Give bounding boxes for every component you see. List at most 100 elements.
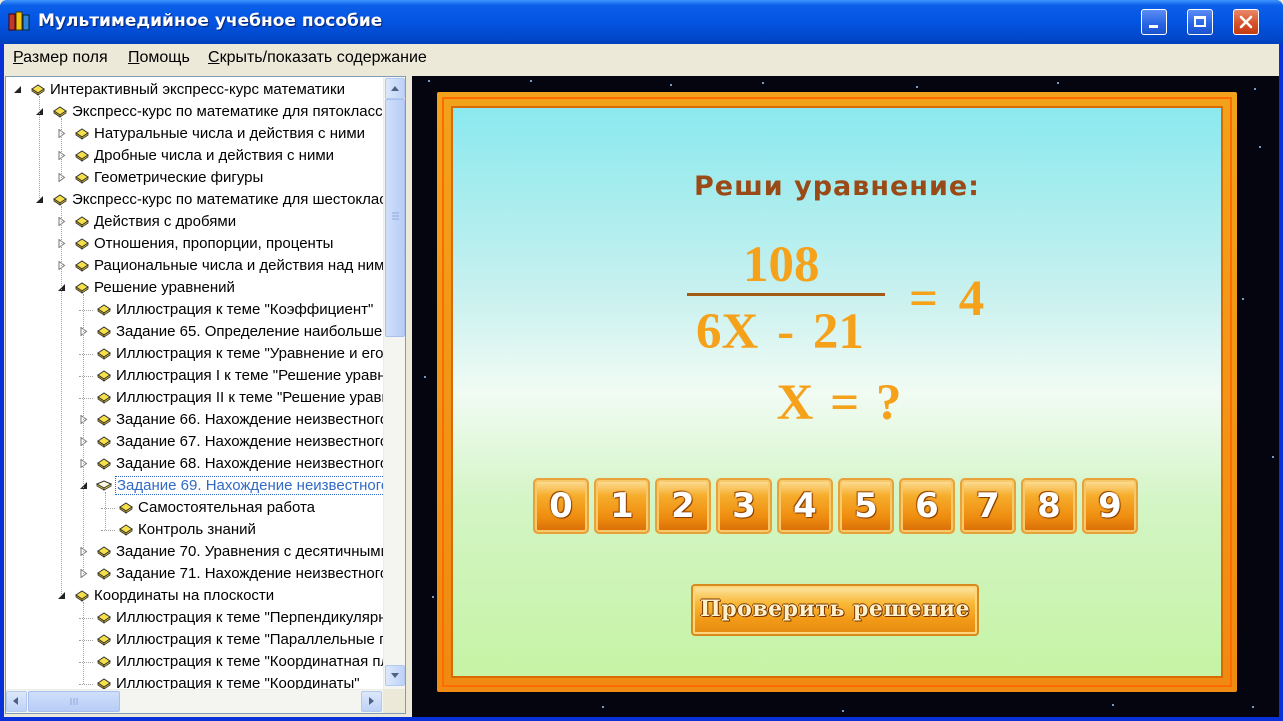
- tree-item[interactable]: Иллюстрация II к теме "Решение уравнений…: [6, 387, 383, 409]
- tree-item-label: Иллюстрация I к теме "Решение уравнений": [116, 367, 383, 384]
- equation-right-side: = 4: [909, 271, 985, 327]
- tree-item-label: Рациональные числа и действия над ними: [94, 257, 383, 274]
- tree-item[interactable]: Задание 66. Нахождение неизвестного: [6, 409, 383, 431]
- star-decoration: [432, 596, 434, 598]
- maximize-button[interactable]: [1187, 9, 1213, 35]
- contents-tree: Интерактивный экспресс-курс математики Эк…: [5, 76, 406, 714]
- tree-item[interactable]: Иллюстрация к теме "Координатная плоскос…: [6, 651, 383, 673]
- star-decoration: [424, 376, 426, 378]
- tree-item[interactable]: Рациональные числа и действия над ними: [6, 255, 383, 277]
- check-solution-label: Проверить решение: [700, 596, 970, 622]
- tree-item-label: Действия с дробями: [94, 213, 237, 230]
- tree-guide-line: [61, 206, 62, 596]
- tree-connector: [79, 684, 93, 685]
- tree-item-label: Задание 70. Уравнения с десятичными: [116, 543, 383, 560]
- scroll-down-button[interactable]: [385, 665, 405, 686]
- scroll-thumb[interactable]: [385, 99, 405, 337]
- digit-button-6[interactable]: 6: [899, 478, 955, 534]
- tree-item-label: Экспресс-курс по математике для шестокла…: [72, 191, 383, 208]
- task-prompt: Реши уравнение:: [694, 171, 980, 202]
- client-area: Размер поля Помощь Скрыть/показать содер…: [4, 44, 1279, 717]
- tree-item[interactable]: Иллюстрация к теме "Перпендикулярные пря…: [6, 607, 383, 629]
- digit-button-9[interactable]: 9: [1082, 478, 1138, 534]
- book-icon: [75, 216, 89, 228]
- digit-button-4[interactable]: 4: [777, 478, 833, 534]
- tree-item[interactable]: Координаты на плоскости: [6, 585, 383, 607]
- menu-toggle-contents[interactable]: Скрыть/показать содержание: [208, 49, 427, 67]
- digit-button-1[interactable]: 1: [594, 478, 650, 534]
- tree-item-label: Задание 69. Нахождение неизвестного: [114, 476, 383, 495]
- tree-item[interactable]: Иллюстрация I к теме "Решение уравнений": [6, 365, 383, 387]
- digit-button-5[interactable]: 5: [838, 478, 894, 534]
- tree-vertical-scrollbar[interactable]: [383, 77, 405, 689]
- tree-item[interactable]: Геометрические фигуры: [6, 167, 383, 189]
- tree-item[interactable]: Иллюстрация к теме "Уравнение и его корн…: [6, 343, 383, 365]
- close-button[interactable]: [1233, 9, 1259, 35]
- book-icon: [97, 304, 111, 316]
- book-icon: [97, 656, 111, 668]
- tree-item-label: Иллюстрация к теме "Перпендикулярные пря…: [116, 609, 383, 626]
- scroll-right-icon: [369, 697, 374, 705]
- menu-field-size[interactable]: Размер поля: [13, 49, 108, 67]
- tree-item-label: Контроль знаний: [138, 521, 256, 538]
- tree-item[interactable]: Задание 71. Нахождение неизвестного: [6, 563, 383, 585]
- menu-help[interactable]: Помощь: [128, 49, 190, 67]
- book-icon: [75, 282, 89, 294]
- tree-connector: [79, 376, 93, 377]
- tree-item[interactable]: Контроль знаний: [6, 519, 383, 541]
- tree-connector: [79, 354, 93, 355]
- scroll-right-button[interactable]: [361, 691, 382, 712]
- star-decoration: [1057, 82, 1059, 84]
- horizontal-scroll-thumb[interactable]: [28, 691, 120, 712]
- tree-item-label: Отношения, пропорции, проценты: [94, 235, 334, 252]
- tree-item[interactable]: Иллюстрация к теме "Параллельные прямые": [6, 629, 383, 651]
- tree-item-label: Иллюстрация к теме "Координаты": [116, 675, 360, 689]
- fraction-numerator: 108: [743, 237, 820, 293]
- book-icon: [97, 546, 111, 558]
- digit-button-0[interactable]: 0: [533, 478, 589, 534]
- tree-item[interactable]: Интерактивный экспресс-курс математики: [6, 79, 383, 101]
- digit-button-2[interactable]: 2: [655, 478, 711, 534]
- tree-item[interactable]: Дробные числа и действия с ними: [6, 145, 383, 167]
- star-decoration: [602, 706, 604, 708]
- star-decoration: [1252, 706, 1254, 708]
- digit-label: 1: [610, 486, 634, 526]
- tree-item[interactable]: Экспресс-курс по математике для шестокла…: [6, 189, 383, 211]
- tree-item[interactable]: Действия с дробями: [6, 211, 383, 233]
- book-icon: [31, 84, 45, 96]
- tree-item-label: Иллюстрация к теме "Параллельные прямые": [116, 631, 383, 648]
- star-decoration: [1272, 456, 1274, 458]
- tree-item[interactable]: Задание 68. Нахождение неизвестного: [6, 453, 383, 475]
- scroll-down-icon: [391, 673, 399, 678]
- tree-item[interactable]: Задание 65. Определение наибольшего: [6, 321, 383, 343]
- tree-horizontal-scrollbar[interactable]: [6, 689, 383, 713]
- book-icon: [97, 348, 111, 360]
- digit-button-3[interactable]: 3: [716, 478, 772, 534]
- tree-item[interactable]: Задание 69. Нахождение неизвестного: [6, 475, 383, 497]
- window-title: Мультимедийное учебное пособие: [38, 11, 383, 31]
- tree-item[interactable]: Натуральные числа и действия с ними: [6, 123, 383, 145]
- book-icon: [97, 678, 111, 689]
- tree-item[interactable]: Решение уравнений: [6, 277, 383, 299]
- tree-item[interactable]: Экспресс-курс по математике для пятоклас…: [6, 101, 383, 123]
- collapse-arrow-icon[interactable]: [13, 85, 22, 94]
- tree-item[interactable]: Иллюстрация к теме "Коэффициент": [6, 299, 383, 321]
- tree-item[interactable]: Задание 67. Нахождение неизвестного: [6, 431, 383, 453]
- maximize-icon: [1194, 16, 1206, 27]
- tree-item[interactable]: Отношения, пропорции, проценты: [6, 233, 383, 255]
- tree-item[interactable]: Самостоятельная работа: [6, 497, 383, 519]
- scroll-left-button[interactable]: [6, 691, 27, 712]
- tree-guide-line: [39, 96, 40, 200]
- digit-button-8[interactable]: 8: [1021, 478, 1077, 534]
- tree-item[interactable]: Иллюстрация к теме "Координаты": [6, 673, 383, 689]
- tree-connector: [79, 662, 93, 663]
- grip-icon: [70, 698, 78, 705]
- check-solution-button[interactable]: Проверить решение: [691, 584, 979, 636]
- minimize-button[interactable]: [1141, 9, 1167, 35]
- tree-guide-line: [105, 492, 106, 530]
- scroll-up-button[interactable]: [385, 78, 405, 99]
- digit-label: 8: [1037, 486, 1061, 526]
- tree-item[interactable]: Задание 70. Уравнения с десятичными: [6, 541, 383, 563]
- title-bar[interactable]: Мультимедийное учебное пособие: [0, 0, 1283, 44]
- digit-button-7[interactable]: 7: [960, 478, 1016, 534]
